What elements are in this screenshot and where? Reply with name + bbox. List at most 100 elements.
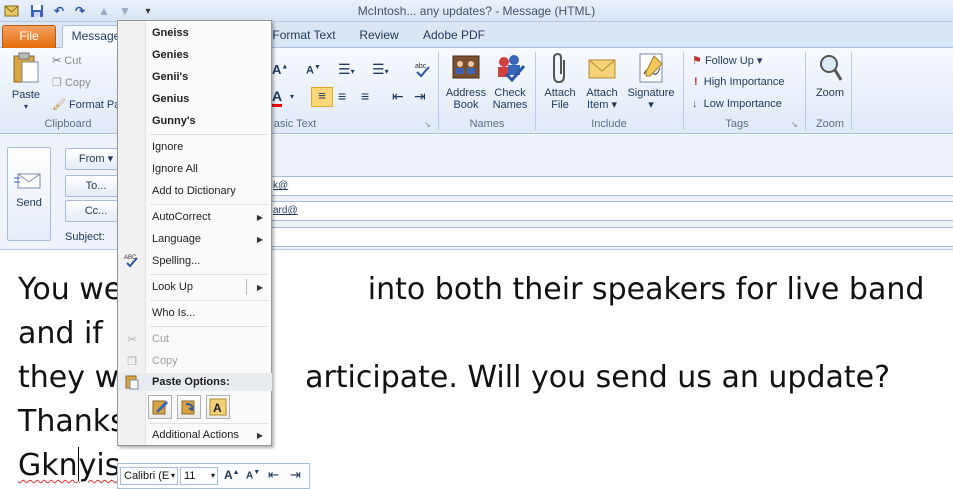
tags-dialog-launcher-icon[interactable]: ↘ — [791, 120, 798, 129]
menu-who-is[interactable]: Who Is... — [152, 307, 195, 319]
ribbon-separator — [535, 52, 536, 130]
window-title: McIntosh... any updates? - Message (HTML… — [357, 4, 596, 18]
down-arrow-icon: ↓ — [692, 98, 698, 110]
zoom-group-label: Zoom — [815, 118, 845, 130]
spelling-context-menu: Gneiss Genies Genii's Genius Gunny's Ign… — [117, 20, 272, 446]
subject-field[interactable] — [270, 227, 953, 247]
exclamation-icon: ! — [694, 76, 698, 88]
low-importance-button[interactable]: ↓ Low Importance — [692, 98, 782, 110]
keep-text-only-button[interactable]: A — [206, 395, 230, 419]
paste-button[interactable]: Paste ▾ — [8, 52, 44, 113]
cut-icon: ✂ — [127, 333, 137, 346]
zoom-button[interactable]: Zoom — [810, 52, 850, 99]
address-book-button[interactable]: Address Book — [444, 52, 488, 111]
center-button[interactable]: ≡ — [338, 88, 346, 104]
menu-suggestion-2[interactable]: Genies — [152, 49, 189, 61]
tab-review[interactable]: Review — [352, 25, 406, 48]
menu-suggestion-5[interactable]: Gunny's — [152, 115, 196, 127]
decrease-indent-button[interactable]: ⇤ — [392, 88, 404, 105]
menu-look-up[interactable]: Look Up — [152, 281, 193, 293]
include-group-label: Include — [591, 118, 627, 130]
font-color-dropdown-icon[interactable]: ▾ — [290, 92, 294, 101]
merge-formatting-icon — [181, 400, 195, 415]
menu-suggestion-3[interactable]: Genii's — [152, 71, 188, 83]
submenu-arrow-icon: ▶ — [256, 235, 263, 244]
tab-file[interactable]: File — [2, 25, 56, 48]
font-color-button[interactable]: A — [272, 88, 283, 107]
align-left-button[interactable]: ≡ — [311, 87, 333, 107]
submenu-arrow-icon: ▶ — [256, 431, 263, 440]
to-field[interactable]: k@ — [270, 176, 953, 196]
increase-indent-button[interactable]: ⇥ — [414, 88, 426, 105]
copy-icon: ❐ — [52, 77, 62, 89]
body-line-1a: You we — [18, 272, 123, 307]
ribbon-separator — [683, 52, 684, 130]
mini-decrease-indent-button[interactable]: ⇤ — [268, 467, 279, 483]
spelling-check-button[interactable]: abc — [414, 60, 432, 81]
menu-suggestion-1[interactable]: Gneiss — [152, 27, 189, 39]
signature-button[interactable]: Signature ▾ — [624, 52, 678, 111]
merge-formatting-button[interactable] — [177, 395, 201, 419]
misspelled-word[interactable]: Gknyis — [18, 447, 120, 483]
check-names-icon — [498, 55, 526, 83]
shrink-font-button[interactable]: A▼ — [306, 64, 321, 77]
send-button[interactable]: Send — [7, 147, 51, 241]
keep-source-formatting-icon — [152, 400, 169, 415]
cc-recipient[interactable]: ard@ — [273, 205, 298, 216]
keep-text-only-icon: A — [209, 398, 227, 416]
magnifier-icon — [820, 55, 843, 81]
mini-toolbar: Calibri (E ▾ 11 ▾ A▲ A▼ ⇤ ⇥ — [117, 463, 310, 489]
send-envelope-icon — [14, 173, 41, 189]
mini-shrink-font-button[interactable]: A▼ — [246, 469, 260, 481]
font-name-combo[interactable]: Calibri (E ▾ — [120, 467, 178, 485]
menu-separator — [150, 300, 268, 301]
menu-autocorrect[interactable]: AutoCorrect — [152, 211, 264, 223]
menu-ignore-all[interactable]: Ignore All — [152, 163, 198, 175]
high-importance-button[interactable]: ! High Importance — [694, 76, 785, 88]
menu-copy[interactable]: Copy — [152, 355, 178, 367]
bullets-button[interactable]: ☰▾ — [338, 61, 355, 78]
tab-adobe-pdf[interactable]: Adobe PDF — [418, 25, 490, 48]
grow-font-button[interactable]: A▲ — [272, 62, 288, 77]
basic-text-dialog-launcher-icon[interactable]: ↘ — [424, 120, 431, 129]
menu-separator — [150, 134, 268, 135]
spelling-icon: ABC — [123, 252, 141, 268]
send-label: Send — [16, 197, 42, 209]
keep-source-formatting-button[interactable] — [148, 395, 172, 419]
numbering-button[interactable]: ☰▾ — [372, 61, 389, 78]
mini-grow-font-button[interactable]: A▲ — [224, 468, 240, 482]
align-right-button[interactable]: ≡ — [361, 88, 369, 104]
copy-button[interactable]: ❐ Copy — [52, 76, 91, 89]
menu-suggestion-4[interactable]: Genius — [152, 93, 189, 105]
check-names-button[interactable]: Check Names — [489, 52, 531, 111]
mini-increase-indent-button[interactable]: ⇥ — [290, 467, 301, 483]
paste-label: Paste — [11, 89, 41, 101]
cut-button[interactable]: ✂ Cut — [52, 54, 81, 67]
body-line-2b: articipate. Will you send us an update? — [305, 360, 891, 395]
cc-field[interactable]: ard@ — [270, 201, 953, 221]
copy-icon: ❐ — [127, 355, 137, 368]
menu-cut[interactable]: Cut — [152, 333, 169, 345]
attach-item-button[interactable]: Attach Item ▾ — [582, 52, 622, 111]
menu-spelling[interactable]: Spelling... — [152, 255, 200, 267]
menu-separator — [150, 423, 268, 424]
paste-dropdown-icon[interactable]: ▾ — [8, 101, 44, 113]
spell-check-icon: abc — [415, 63, 430, 78]
flag-icon: ⚑ — [692, 55, 702, 67]
menu-additional-actions[interactable]: Additional Actions — [152, 429, 239, 441]
format-painter-button[interactable]: 🖌 Format Pa — [52, 98, 120, 111]
font-size-combo[interactable]: 11 ▾ — [180, 467, 218, 485]
menu-ignore[interactable]: Ignore — [152, 141, 183, 153]
follow-up-button[interactable]: ⚑ Follow Up ▾ — [692, 54, 762, 67]
tags-group-label: Tags — [725, 118, 749, 130]
ribbon-separator — [805, 52, 806, 130]
menu-add-to-dictionary[interactable]: Add to Dictionary — [152, 185, 236, 197]
menu-separator — [150, 204, 268, 205]
ribbon-separator — [438, 52, 439, 130]
attach-file-button[interactable]: Attach File — [540, 52, 580, 111]
submenu-arrow-icon: ▶ — [256, 283, 263, 292]
to-recipient[interactable]: k@ — [273, 180, 288, 191]
menu-language[interactable]: Language — [152, 233, 201, 245]
tab-format-text[interactable]: Format Text — [266, 25, 342, 48]
ribbon-separator — [851, 52, 852, 130]
